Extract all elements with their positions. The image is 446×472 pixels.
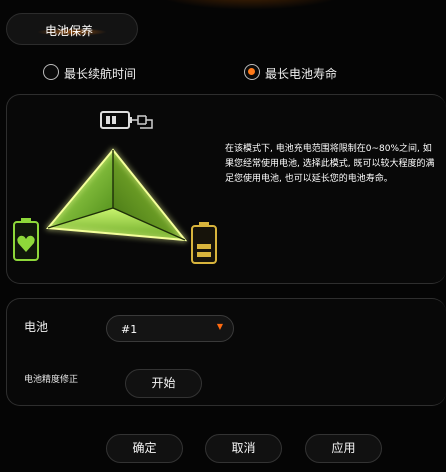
start-calibration-button[interactable]: 开始 bbox=[125, 369, 202, 398]
radio-longest-runtime[interactable] bbox=[43, 64, 59, 80]
battery-illustration bbox=[13, 111, 217, 264]
apply-button[interactable]: 应用 bbox=[305, 434, 382, 463]
ok-button[interactable]: 确定 bbox=[106, 434, 183, 463]
radio-longest-lifespan[interactable] bbox=[244, 64, 260, 80]
radio-label-longest-runtime[interactable]: 最长续航时间 bbox=[64, 65, 136, 82]
battery-select[interactable]: #1 ▼ bbox=[106, 315, 234, 342]
top-glow bbox=[150, 0, 350, 10]
dropdown-arrow-icon: ▼ bbox=[216, 322, 223, 331]
calibration-label: 电池精度修正 bbox=[24, 375, 79, 385]
mode-description: 在该模式下, 电池充电范围将限制在0~80%之间, 如果您经常使用电池, 选择此… bbox=[225, 144, 435, 184]
heart-battery-icon bbox=[13, 218, 39, 261]
plug-battery-icon bbox=[100, 111, 153, 129]
pyramid-graphic bbox=[46, 148, 188, 242]
battery-panel bbox=[6, 298, 446, 406]
section-tab: 电池保养 bbox=[6, 13, 138, 45]
cancel-button[interactable]: 取消 bbox=[205, 434, 282, 463]
battery-select-value: #1 bbox=[121, 323, 138, 336]
radio-label-longest-lifespan[interactable]: 最长电池寿命 bbox=[265, 65, 337, 82]
full-battery-icon bbox=[191, 222, 217, 264]
section-title: 电池保养 bbox=[45, 24, 94, 38]
battery-label: 电池 bbox=[24, 320, 49, 334]
